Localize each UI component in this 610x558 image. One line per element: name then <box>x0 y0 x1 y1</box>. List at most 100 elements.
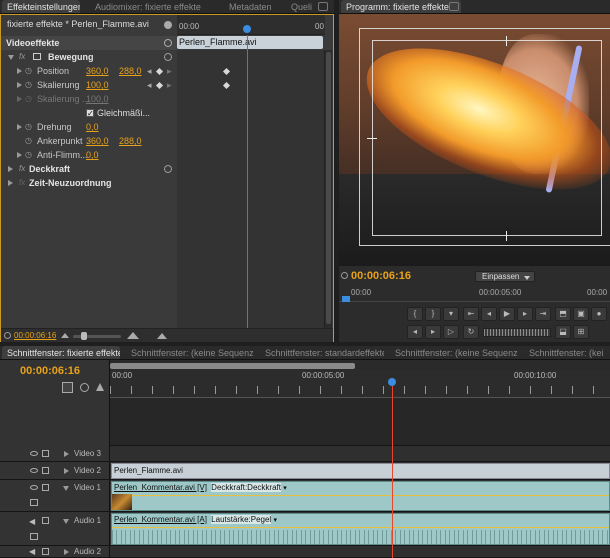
param-drehung[interactable]: ◷ Drehung 0,0 <box>1 120 177 134</box>
expand-deckkraft-icon[interactable] <box>8 166 13 172</box>
expand-skalierung-icon[interactable] <box>17 82 22 88</box>
stopwatch-ankerpunkt-icon[interactable]: ◷ <box>25 134 32 148</box>
effect-scrollbar[interactable] <box>324 50 332 328</box>
tab-schnittfenster-keine-1[interactable]: Schnittfenster: (keine Sequenzen) <box>126 346 254 359</box>
trim-icon[interactable]: ⊞ <box>573 325 589 339</box>
tab-schnittfenster-standardeffekte[interactable]: Schnittfenster: standardeffekte <box>260 346 384 359</box>
tab-effekteinstellungen[interactable]: Effekteinstellungen <box>2 0 80 13</box>
tab-queli[interactable]: Queli <box>286 0 314 13</box>
prev-edit-icon[interactable]: ◂ <box>407 325 423 339</box>
expand-drehung-icon[interactable] <box>17 124 22 130</box>
expand-antiflimmern-icon[interactable] <box>17 152 22 158</box>
collapse-track-icon[interactable] <box>63 486 69 491</box>
add-keyframe-icon[interactable] <box>155 81 164 90</box>
zoom-out-icon[interactable] <box>61 333 69 338</box>
timeline-playhead-marker[interactable] <box>388 378 396 386</box>
lock-icon[interactable] <box>42 548 49 555</box>
set-marker-icon[interactable]: ▾ <box>443 307 459 321</box>
motion-icon[interactable] <box>33 53 41 60</box>
keyframe-toggle-icon[interactable] <box>30 499 38 506</box>
speaker-icon[interactable]: ◀ <box>29 517 35 526</box>
reset-bewegung-icon[interactable] <box>164 53 172 61</box>
add-marker-icon[interactable] <box>96 383 104 391</box>
expand-track-icon[interactable] <box>64 451 69 457</box>
fit-dropdown[interactable]: Einpassen <box>475 271 535 282</box>
collapse-track-icon[interactable] <box>63 519 69 524</box>
eye-icon[interactable] <box>30 485 38 490</box>
program-timecode[interactable]: 00:00:06:16 <box>351 270 411 282</box>
param-position[interactable]: ◷ Position 360,0 288,0 ◂ ▸ <box>1 64 177 78</box>
effect-bewegung[interactable]: fx Bewegung <box>1 50 177 64</box>
stopwatch-drehung-icon[interactable]: ◷ <box>25 120 32 134</box>
tab-schnittfenster-fixierte-effekte[interactable]: Schnittfenster: fixierte effekte <box>2 346 120 359</box>
position-x-value[interactable]: 360,0 <box>86 64 109 78</box>
skalierung-value[interactable]: 100,0 <box>86 78 109 92</box>
video-frame[interactable] <box>339 14 610 266</box>
next-keyframe-icon[interactable]: ▸ <box>167 78 172 92</box>
lock-icon[interactable] <box>42 467 49 474</box>
lock-icon[interactable] <box>42 450 49 457</box>
tab-schnittfenster-keine-3[interactable]: Schnittfenster: (kei <box>524 346 610 359</box>
stopwatch-antiflimmern-icon[interactable]: ◷ <box>25 148 32 162</box>
effect-time-ruler[interactable]: 00:00 00 <box>177 15 325 35</box>
step-back-icon[interactable]: ◂ <box>481 307 497 321</box>
speaker-icon[interactable]: ◀ <box>29 547 35 556</box>
play-audio-icon[interactable] <box>157 333 167 339</box>
keyframe-area[interactable] <box>177 50 325 328</box>
ankerpunkt-y-value[interactable]: 288,0 <box>119 134 142 148</box>
safe-margins-icon[interactable]: ▣ <box>573 307 589 321</box>
eye-icon[interactable] <box>30 468 38 473</box>
tab-audiomixer[interactable]: Audiomixer: fixierte effekte <box>90 0 210 13</box>
audio-level-line[interactable] <box>112 527 609 528</box>
param-skalierung[interactable]: ◷ Skalierung 100,0 ◂ ▸ <box>1 78 177 92</box>
timeline-timecode[interactable]: 00:00:06:16 <box>20 365 80 377</box>
stopwatch-position-icon[interactable]: ◷ <box>25 64 32 78</box>
lock-icon[interactable] <box>42 517 49 524</box>
program-playhead-marker[interactable] <box>342 296 350 302</box>
loop-icon[interactable]: ↻ <box>463 325 479 339</box>
zoom-slider-handle[interactable] <box>81 332 87 340</box>
expand-track-icon[interactable] <box>64 468 69 474</box>
show-hide-timeline-icon[interactable] <box>164 21 172 29</box>
expand-track-icon[interactable] <box>64 549 69 555</box>
effect-clip-bar[interactable]: Perlen_Flamme.avi <box>177 36 323 49</box>
goto-in-icon[interactable]: ⇤ <box>463 307 479 321</box>
lock-icon[interactable] <box>42 484 49 491</box>
work-area-bar[interactable] <box>110 363 355 369</box>
keyframe-toggle-icon[interactable] <box>30 533 38 540</box>
play-in-out-icon[interactable]: ▷ <box>443 325 459 339</box>
stopwatch-skalierung-icon[interactable]: ◷ <box>25 78 32 92</box>
drehung-value[interactable]: 0,0 <box>86 120 99 134</box>
prev-keyframe-icon[interactable]: ◂ <box>147 64 152 78</box>
gleichmaessig-checkbox[interactable]: ✓ <box>86 109 94 118</box>
clip-perlen-kommentar-audio[interactable]: Perlen_Kommentar.avi [A] Lautstärke:Pege… <box>111 513 610 545</box>
scrollbar-thumb[interactable] <box>326 52 331 324</box>
mark-in-icon[interactable]: { <box>407 307 423 321</box>
mark-out-icon[interactable]: } <box>425 307 441 321</box>
tab-schnittfenster-keine-2[interactable]: Schnittfenster: (keine Sequenzen) <box>390 346 518 359</box>
tab-metadaten[interactable]: Metadaten <box>224 0 274 13</box>
effect-zeit-neuzuordnung[interactable]: fx Zeit-Neuzuordnung <box>1 176 177 190</box>
param-antiflimmern[interactable]: ◷ Anti-Flimm... 0,0 <box>1 148 177 162</box>
antiflimmern-value[interactable]: 0,0 <box>86 148 99 162</box>
tab-programm[interactable]: Programm: fixierte effekte <box>341 0 461 13</box>
next-edit-icon[interactable]: ▸ <box>425 325 441 339</box>
clip-audio-effect[interactable]: Lautstärke:Pegel <box>211 515 272 524</box>
clip-perlen-kommentar-video[interactable]: Perlen_Kommentar.avi [V] Deckkraft:Deckk… <box>111 481 610 511</box>
zoom-in-icon[interactable] <box>127 332 139 339</box>
timeline-ruler[interactable]: 00:00 00:00:05:00 00:00:10:00 <box>110 370 610 398</box>
opacity-line[interactable] <box>132 495 609 496</box>
eye-icon[interactable] <box>30 451 38 456</box>
timeline-playhead-line[interactable] <box>392 386 393 558</box>
reset-deckkraft-icon[interactable] <box>164 165 172 173</box>
clip-video-effect[interactable]: Deckkraft:Deckkraft <box>211 483 281 492</box>
overwrite-icon[interactable]: ⬓ <box>555 325 571 339</box>
effect-deckkraft[interactable]: fx Deckkraft <box>1 162 177 176</box>
param-gleichmaessig[interactable]: ✓ Gleichmäßi... <box>1 106 177 120</box>
expand-bewegung-icon[interactable] <box>8 55 14 60</box>
goto-out-icon[interactable]: ⇥ <box>535 307 551 321</box>
playhead-marker[interactable] <box>243 25 251 33</box>
fx-deckkraft-icon[interactable]: fx <box>19 162 25 176</box>
program-menu-icon[interactable] <box>449 2 459 11</box>
fx-icon[interactable]: fx <box>19 50 25 64</box>
